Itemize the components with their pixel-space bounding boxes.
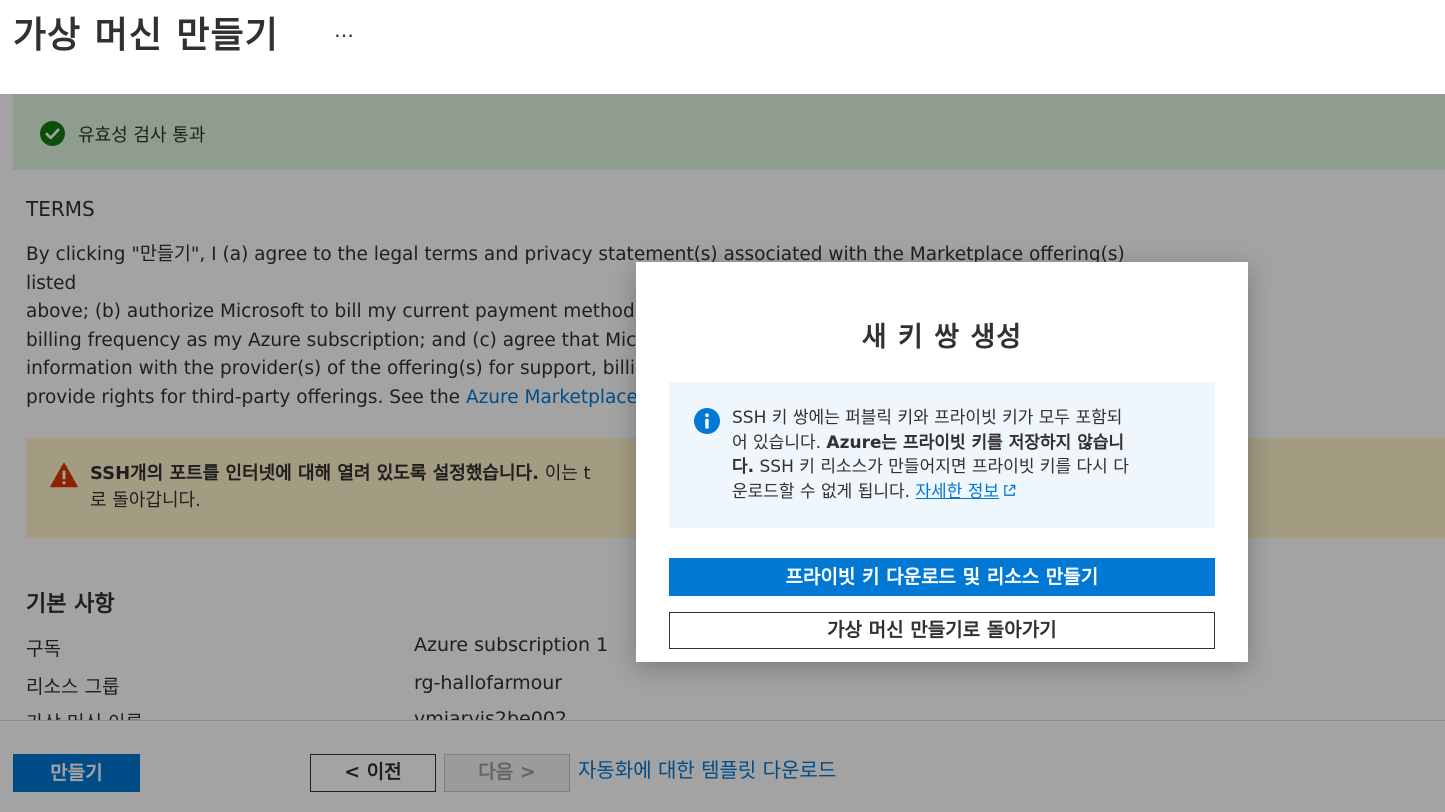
dialog-title: 새 키 쌍 생성 bbox=[861, 322, 1023, 353]
info-line: 다. SSH 키 리소스가 만들어지면 프라이빗 키를 다시 다 bbox=[732, 455, 1192, 480]
more-options-button[interactable]: … bbox=[334, 18, 354, 42]
info-line: SSH 키 쌍에는 퍼블릭 키와 프라이빗 키가 모두 포함되 bbox=[732, 408, 1123, 428]
learn-more-link[interactable]: 자세한 정보 bbox=[915, 482, 999, 502]
info-box: SSH 키 쌍에는 퍼블릭 키와 프라이빗 키가 모두 포함되 어 있습니다. … bbox=[669, 382, 1215, 528]
info-text-part: 운로드할 수 없게 됩니다. bbox=[732, 481, 916, 502]
return-to-create-vm-button[interactable]: 가상 머신 만들기로 돌아가기 bbox=[669, 612, 1215, 649]
info-bold-text: Azure는 프라이빗 키를 저장하지 않습니 bbox=[826, 432, 1125, 453]
info-line: 운로드할 수 없게 됩니다. 자세한 정보 bbox=[732, 480, 1192, 505]
info-text-part: 어 있습니다. bbox=[732, 432, 827, 453]
generate-key-pair-dialog: 새 키 쌍 생성 SSH 키 쌍에는 퍼블릭 키와 프라이빗 키가 모두 포함되… bbox=[636, 262, 1248, 662]
external-link-icon bbox=[1004, 484, 1016, 496]
info-icon bbox=[694, 408, 720, 434]
page-title: 가상 머신 만들기 bbox=[13, 15, 279, 56]
info-bold-text: 다. bbox=[732, 457, 755, 477]
info-text-part: SSH 키 리소스가 만들어지면 프라이빗 키를 다시 다 bbox=[754, 457, 1129, 477]
info-text: SSH 키 쌍에는 퍼블릭 키와 프라이빗 키가 모두 포함되 어 있습니다. … bbox=[732, 406, 1192, 504]
info-line: 어 있습니다. Azure는 프라이빗 키를 저장하지 않습니 bbox=[732, 431, 1192, 456]
page-header: 가상 머신 만들기 … bbox=[0, 0, 1445, 94]
download-private-key-button[interactable]: 프라이빗 키 다운로드 및 리소스 만들기 bbox=[669, 558, 1215, 596]
